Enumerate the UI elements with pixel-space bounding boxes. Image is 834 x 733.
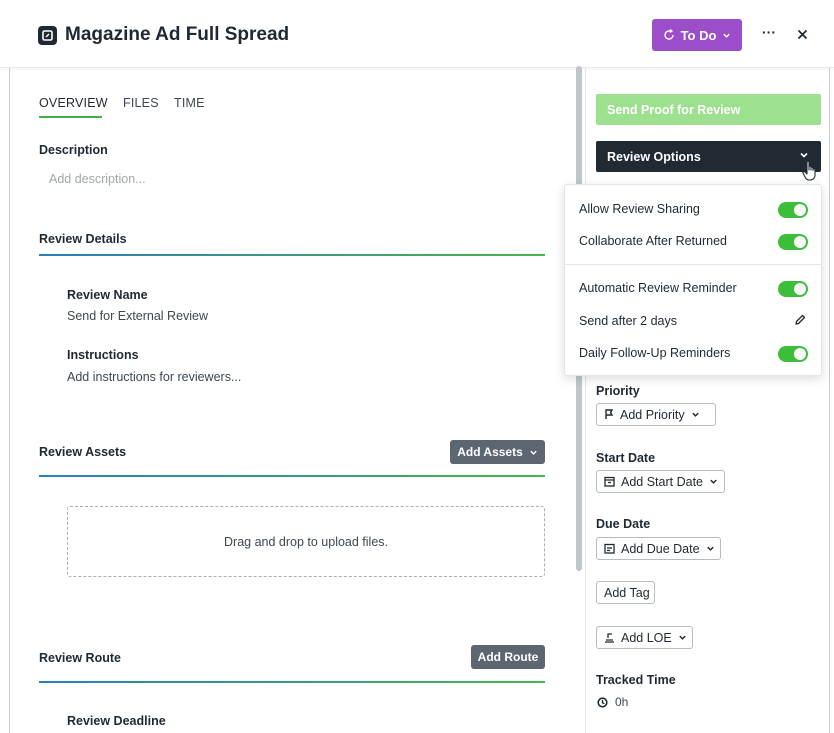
allow-review-sharing-toggle[interactable]: [778, 202, 808, 218]
menu-item-automatic-review-reminder: Automatic Review Reminder: [579, 281, 737, 295]
tab-time[interactable]: TIME: [174, 96, 205, 110]
chevron-down-icon: [710, 479, 717, 484]
add-tag-button[interactable]: Add Tag: [596, 581, 655, 604]
menu-item-allow-review-sharing: Allow Review Sharing: [579, 202, 700, 216]
description-input[interactable]: Add description...: [49, 172, 146, 186]
menu-item-daily-follow-up: Daily Follow-Up Reminders: [579, 346, 731, 360]
chevron-down-icon: [800, 152, 808, 158]
review-name-value[interactable]: Send for External Review: [67, 309, 208, 323]
menu-item-send-after: Send after 2 days: [579, 314, 677, 328]
review-options-menu: Allow Review Sharing Collaborate After R…: [564, 184, 822, 376]
menu-divider: [565, 264, 821, 265]
tab-files[interactable]: FILES: [123, 96, 159, 110]
tab-overview[interactable]: OVERVIEW: [39, 96, 108, 110]
send-proof-button[interactable]: Send Proof for Review: [596, 94, 821, 125]
clock-icon: [597, 696, 608, 708]
panel-edge: [9, 68, 10, 733]
review-deadline-label: Review Deadline: [67, 714, 166, 728]
active-tab-indicator: [39, 116, 102, 118]
automatic-review-reminder-toggle[interactable]: [778, 281, 808, 297]
add-priority-label: Add Priority: [620, 407, 685, 422]
review-details-heading: Review Details: [39, 232, 127, 246]
section-divider: [39, 681, 545, 683]
review-name-label: Review Name: [67, 288, 148, 302]
file-dropzone[interactable]: Drag and drop to upload files.: [67, 506, 545, 577]
send-proof-label: Send Proof for Review: [607, 102, 741, 117]
header-bar: Magazine Ad Full Spread To Do ···: [0, 0, 834, 68]
add-loe-label: Add LOE: [621, 630, 672, 645]
more-options-button[interactable]: ···: [758, 24, 780, 44]
review-options-label: Review Options: [607, 149, 701, 164]
hand-cursor-icon: [802, 160, 816, 181]
add-due-date-button[interactable]: Add Due Date: [596, 537, 721, 560]
add-tag-label: Add Tag: [604, 585, 650, 600]
section-divider: [39, 475, 545, 477]
add-loe-button[interactable]: Add LOE: [596, 626, 693, 649]
chevron-down-icon: [530, 450, 537, 455]
review-options-button[interactable]: Review Options: [596, 141, 821, 172]
daily-follow-up-toggle[interactable]: [778, 346, 808, 362]
add-route-button[interactable]: Add Route: [471, 645, 545, 669]
review-assets-heading: Review Assets: [39, 445, 127, 459]
description-label: Description: [39, 143, 108, 157]
priority-label: Priority: [596, 384, 640, 398]
add-assets-button[interactable]: Add Assets: [450, 440, 545, 464]
tracked-time-value: 0h: [597, 695, 628, 709]
section-divider: [39, 254, 545, 256]
add-route-label: Add Route: [477, 650, 539, 664]
close-icon[interactable]: [792, 24, 812, 44]
chevron-down-icon: [706, 546, 714, 551]
chevron-down-icon: [679, 635, 686, 640]
start-date-label: Start Date: [596, 451, 656, 465]
add-start-date-button[interactable]: Add Start Date: [596, 470, 725, 493]
tracked-time-label: Tracked Time: [596, 673, 676, 687]
refresh-icon: [663, 29, 674, 40]
add-start-date-label: Add Start Date: [621, 474, 703, 489]
flag-icon: [605, 409, 614, 419]
tracked-time-amount: 0h: [615, 695, 629, 709]
review-route-heading: Review Route: [39, 651, 121, 665]
menu-item-collaborate-after-returned: Collaborate After Returned: [579, 234, 728, 248]
dropzone-text: Drag and drop to upload files.: [224, 534, 388, 549]
instructions-input[interactable]: Add instructions for reviewers...: [67, 370, 241, 384]
calendar-start-icon: [604, 476, 615, 487]
instructions-label: Instructions: [67, 348, 139, 362]
add-priority-button[interactable]: Add Priority: [596, 403, 716, 426]
collaborate-after-returned-toggle[interactable]: [778, 234, 808, 250]
add-due-date-label: Add Due Date: [621, 541, 700, 556]
due-date-label: Due Date: [596, 517, 651, 531]
pencil-icon[interactable]: [794, 314, 806, 326]
chevron-down-icon: [723, 33, 731, 38]
loe-icon: [605, 633, 614, 643]
add-assets-label: Add Assets: [457, 445, 523, 459]
status-dropdown-button[interactable]: To Do: [652, 19, 742, 51]
calendar-due-icon: [604, 543, 615, 554]
page-title: Magazine Ad Full Spread: [65, 24, 290, 45]
chevron-down-icon: [691, 412, 699, 417]
panel-divider: [585, 68, 586, 733]
status-label: To Do: [680, 27, 717, 43]
proof-app-icon: [38, 26, 57, 45]
panel-edge: [829, 68, 830, 733]
